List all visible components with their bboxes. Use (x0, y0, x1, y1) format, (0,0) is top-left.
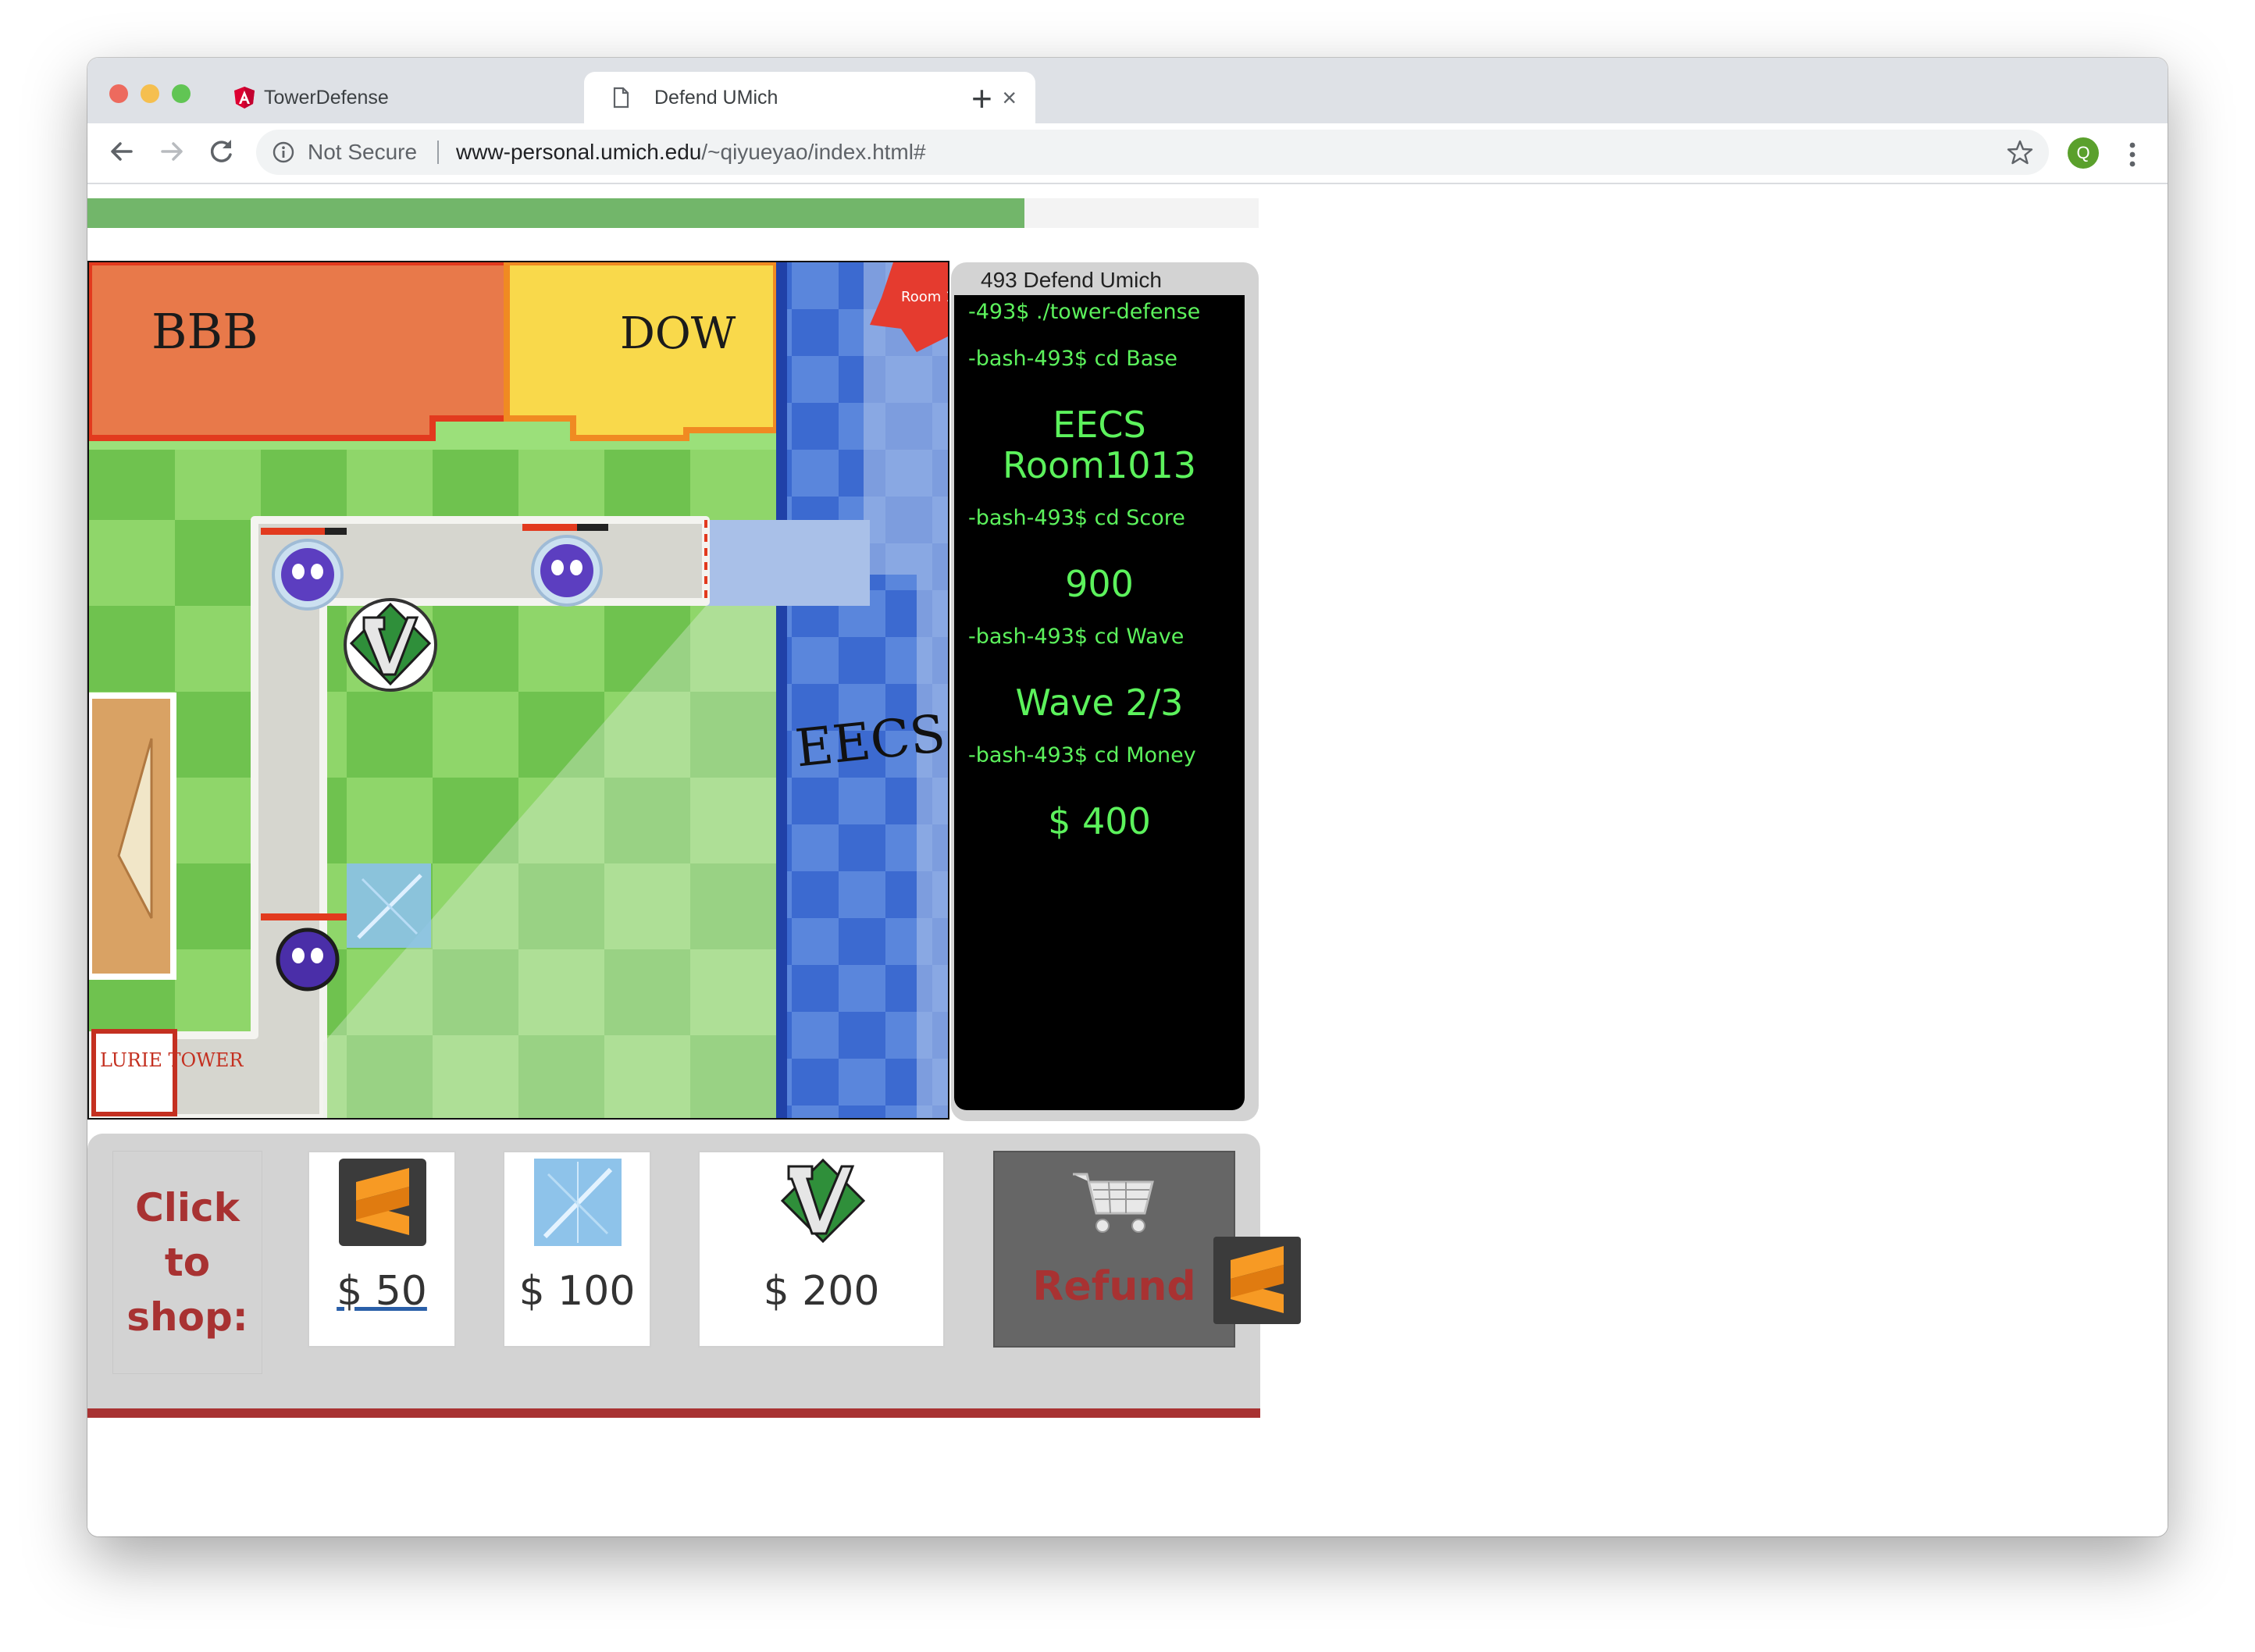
money-value: $ 400 (1048, 800, 1151, 842)
refund-label: Refund (1032, 1263, 1196, 1310)
shop-item-sublime[interactable]: $ 50 (308, 1151, 456, 1348)
terminal-screen: -493$ ./tower-defense -bash-493$ cd Base… (954, 295, 1245, 1110)
tab-title: Defend UMich (654, 87, 778, 109)
back-arrow-icon[interactable] (103, 133, 141, 170)
forward-arrow-icon[interactable] (153, 133, 191, 170)
lurie-tower (91, 1029, 177, 1116)
shopping-cart-icon (1073, 1173, 1154, 1233)
shop-label-line: Click (135, 1185, 240, 1230)
shop-label-line: to (164, 1240, 211, 1285)
divider (437, 141, 439, 164)
new-tab-button[interactable]: + (971, 75, 992, 122)
bbb-label: BBB (151, 303, 258, 360)
tab-strip: TowerDefense × Defend UMich × + (87, 58, 2168, 123)
close-icon[interactable]: × (1002, 72, 1017, 123)
vim-icon (780, 1158, 866, 1244)
reload-icon[interactable] (203, 133, 240, 170)
game-map[interactable]: BBB DOW EECS Room 1013 (87, 261, 949, 1120)
shop-label-line: shop: (126, 1294, 248, 1340)
map-canvas[interactable]: BBB DOW EECS Room 1013 (89, 262, 948, 1118)
lurie-label: LURIE TOWER (100, 1049, 244, 1071)
refund-button[interactable]: Refund (993, 1151, 1235, 1348)
terminal-title: 493 Defend Umich (981, 268, 1162, 292)
tab-title: TowerDefense (264, 87, 389, 109)
zoom-window-button[interactable] (172, 84, 191, 103)
score-value: 900 (1065, 563, 1134, 605)
angular-icon (234, 87, 255, 109)
ice-tower[interactable] (347, 863, 431, 948)
price-label: $ 200 (763, 1268, 880, 1315)
wave-value: Wave 2/3 (1015, 682, 1184, 724)
shop-label: Click to shop: (112, 1151, 262, 1374)
entry-hall (706, 520, 870, 606)
url-host: www-personal.umich.edu (456, 140, 702, 164)
security-label[interactable]: Not Secure (308, 130, 417, 175)
page-content: BBB DOW EECS Room 1013 (87, 184, 2168, 1536)
eecs-wall (776, 262, 787, 1118)
ice-tower-icon (534, 1159, 622, 1246)
minimize-window-button[interactable] (141, 84, 159, 103)
wave-progress-bar (87, 198, 1259, 228)
sublime-icon (339, 1159, 426, 1246)
terminal-window: 493 Defend Umich -493$ ./tower-defense -… (951, 262, 1259, 1121)
info-icon[interactable] (272, 141, 295, 164)
base-room: Room1013 (1002, 444, 1197, 486)
bookmark-star-icon[interactable] (2007, 139, 2033, 166)
price-label: $ 50 (337, 1268, 427, 1315)
address-bar[interactable]: Not Secure www-personal.umich.edu/~qiyue… (256, 130, 2049, 175)
url-path: /~qiyueyao/index.html# (701, 140, 926, 164)
shop-panel: Click to shop: $ 50 $ 100 $ 200 Refund (87, 1134, 1301, 1408)
shop-item-ice[interactable]: $ 100 (503, 1151, 651, 1348)
price-label: $ 100 (518, 1268, 636, 1315)
terminal-cmd-start: -493$ ./tower-defense (968, 300, 1201, 324)
browser-window: TowerDefense × Defend UMich × + (87, 58, 2168, 1536)
close-window-button[interactable] (109, 84, 128, 103)
tab-defend-umich[interactable]: Defend UMich × (584, 72, 1035, 123)
terminal-cmd-base: -bash-493$ cd Base (968, 347, 1177, 371)
room-label: Room 1013 (901, 289, 948, 305)
dow-label: DOW (620, 308, 736, 359)
terminal-cmd-wave: -bash-493$ cd Wave (968, 625, 1184, 649)
sublime-icon (1213, 1237, 1301, 1324)
vim-tower[interactable] (344, 598, 437, 692)
profile-avatar[interactable]: Q (2068, 137, 2099, 169)
progress-fill (87, 198, 1024, 228)
terminal-cmd-money: -bash-493$ cd Money (968, 743, 1196, 767)
terminal-cmd-score: -bash-493$ cd Score (968, 506, 1185, 530)
base-name: EECS (1053, 404, 1146, 446)
shop-bottom-border (87, 1408, 1260, 1418)
shop-item-vim[interactable]: $ 200 (698, 1151, 945, 1348)
page-icon (613, 87, 629, 109)
url-text[interactable]: www-personal.umich.edu/~qiyueyao/index.h… (456, 130, 926, 175)
more-menu-icon[interactable] (2129, 139, 2136, 170)
browser-toolbar: Not Secure www-personal.umich.edu/~qiyue… (87, 123, 2168, 184)
